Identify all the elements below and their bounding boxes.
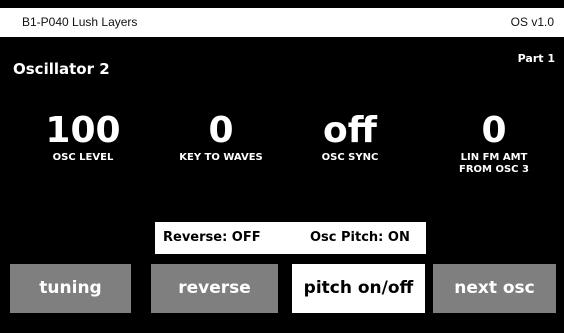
reverse-button[interactable]: reverse — [151, 264, 278, 313]
os-version: OS v1.0 — [510, 15, 554, 29]
next-osc-button[interactable]: next osc — [433, 264, 556, 313]
reverse-status: Reverse: OFF — [163, 230, 261, 245]
patch-name: B1-P040 Lush Layers — [22, 15, 138, 29]
param-label: OSC LEVEL — [52, 152, 114, 163]
param-value: 0 — [481, 110, 507, 151]
header-bar: B1-P040 Lush Layers OS v1.0 — [0, 8, 564, 37]
param-label: LIN FM AMT FROM OSC 3 — [459, 152, 529, 175]
param-value: off — [323, 110, 377, 151]
status-box: Reverse: OFF Osc Pitch: ON — [155, 222, 426, 254]
param-label: OSC SYNC — [321, 152, 379, 163]
part-indicator: Part 1 — [517, 52, 555, 65]
tuning-button[interactable]: tuning — [10, 264, 131, 313]
osc-pitch-status: Osc Pitch: ON — [310, 230, 410, 245]
page-title: Oscillator 2 — [13, 60, 110, 78]
param-lin-fm-amt[interactable]: 0 LIN FM AMT FROM OSC 3 — [424, 112, 564, 176]
param-osc-level[interactable]: 100 OSC LEVEL — [13, 112, 153, 164]
param-osc-sync[interactable]: off OSC SYNC — [280, 112, 420, 164]
param-value: 0 — [208, 110, 234, 151]
param-value: 100 — [45, 110, 121, 151]
param-label: KEY TO WAVES — [179, 152, 263, 163]
param-key-to-waves[interactable]: 0 KEY TO WAVES — [151, 112, 291, 164]
pitch-on-off-button[interactable]: pitch on/off — [292, 264, 425, 313]
